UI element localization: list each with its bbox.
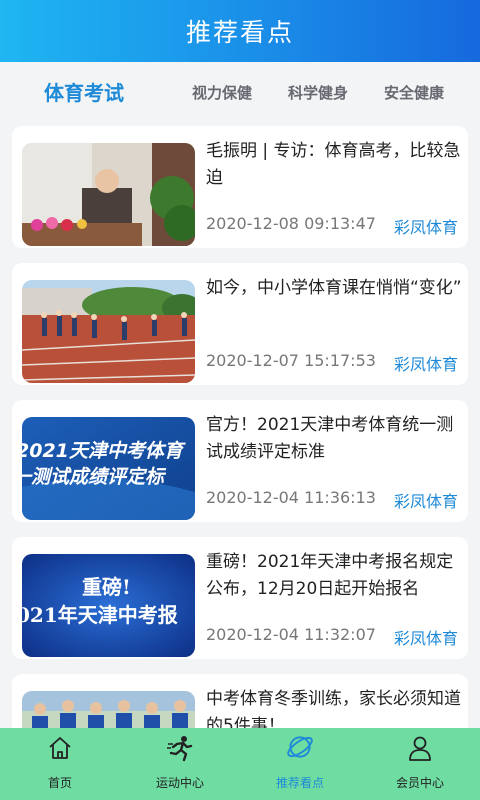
article-source: 彩凤体育 (393, 355, 458, 374)
article-thumbnail (22, 280, 195, 383)
article-card[interactable]: 如今，中小学体育课在悄悄“变化” 2020-12-07 15:17:53 彩凤体… (12, 263, 468, 385)
nav-label: 推荐看点 (275, 776, 324, 790)
article-list[interactable]: 毛振明 | 专访：体育高考，比较急迫 2020-12-08 09:13:47 彩… (0, 124, 480, 728)
thumbnail-caption: 重磅! (82, 575, 131, 599)
runner-icon (167, 736, 193, 762)
article-title: 官方！2021天津中考体育统一测试成绩评定标准 (206, 415, 454, 462)
article-card[interactable]: 2021天津中考体育 一测试成绩评定标 官方！2021天津中考体育统一测试成绩评… (12, 400, 468, 522)
tab-vision-care[interactable]: 视力保健 (192, 62, 252, 124)
thumbnail-caption: 一测试成绩评定标 (22, 466, 167, 488)
nav-item-home[interactable]: 首页 (0, 728, 120, 800)
nav-item-recommended[interactable]: 推荐看点 (240, 728, 360, 800)
article-thumbnail (22, 691, 195, 728)
tab-scientific-fitness[interactable]: 科学健身 (288, 62, 348, 124)
article-card[interactable]: 重磅! 021年天津中考报 重磅！2021年天津中考报名规定公布，12月20日起… (12, 537, 468, 659)
nav-label: 首页 (47, 776, 72, 790)
bottom-navigation: 首页 运动中心 推荐看点 会员中心 (0, 728, 480, 800)
tab-safety-health[interactable]: 安全健康 (384, 62, 444, 124)
article-thumbnail (22, 143, 195, 246)
article-source: 彩凤体育 (393, 218, 458, 237)
article-source: 彩凤体育 (393, 629, 458, 648)
article-time: 2020-12-07 15:17:53 (206, 351, 376, 370)
app-header: 推荐看点 (0, 0, 480, 62)
article-title: 如今，中小学体育课在悄悄“变化” (206, 278, 462, 298)
article-time: 2020-12-04 11:36:13 (206, 488, 376, 507)
tab-sports-exam[interactable]: 体育考试 (44, 62, 124, 124)
article-time: 2020-12-04 11:32:07 (206, 625, 376, 644)
page-title: 推荐看点 (185, 18, 294, 47)
nav-label: 会员中心 (395, 776, 444, 790)
article-title: 重磅！2021年天津中考报名规定公布，12月20日起开始报名 (206, 552, 454, 599)
article-card[interactable]: 毛振明 | 专访：体育高考，比较急迫 2020-12-08 09:13:47 彩… (12, 126, 468, 248)
thumbnail-caption: 2021天津中考体育 (22, 440, 186, 462)
article-source: 彩凤体育 (393, 492, 458, 511)
nav-item-member-center[interactable]: 会员中心 (360, 728, 480, 800)
article-card[interactable]: 中考体育冬季训练，家长必须知道的5件事！ (12, 674, 468, 728)
nav-item-sports-center[interactable]: 运动中心 (120, 728, 240, 800)
user-icon (409, 736, 431, 761)
home-icon (49, 737, 71, 759)
article-time: 2020-12-08 09:13:47 (206, 214, 376, 233)
planet-icon (287, 736, 313, 758)
article-thumbnail: 2021天津中考体育 一测试成绩评定标 (22, 417, 195, 520)
article-title: 毛振明 | 专访：体育高考，比较急迫 (206, 141, 461, 188)
nav-label: 运动中心 (155, 776, 204, 790)
category-tabs: 体育考试 视力保健 科学健身 安全健康 (0, 62, 480, 124)
article-thumbnail: 重磅! 021年天津中考报 (22, 554, 195, 657)
article-title: 中考体育冬季训练，家长必须知道的5件事！ (206, 689, 461, 728)
thumbnail-caption: 021年天津中考报 (22, 603, 178, 627)
